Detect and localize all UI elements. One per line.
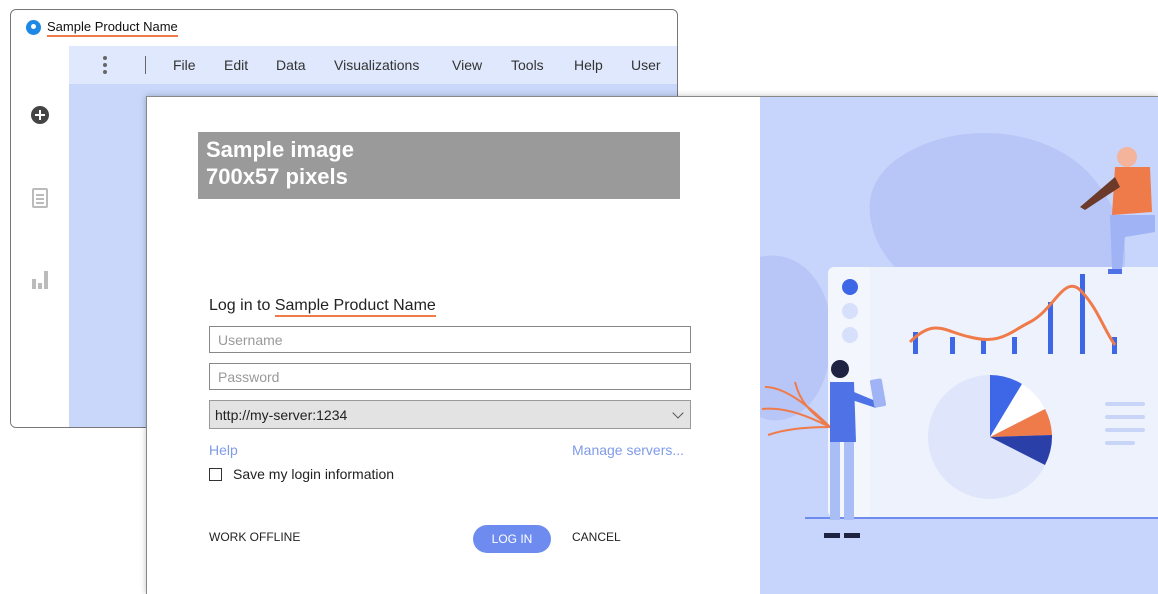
title-bar: Sample Product Name — [11, 10, 677, 46]
log-in-button[interactable]: LOG IN — [473, 525, 551, 553]
menu-tools[interactable]: Tools — [511, 57, 544, 73]
sidebar — [11, 46, 69, 427]
login-heading-product: Sample Product Name — [274, 297, 436, 317]
banner-line-1: Sample image — [206, 137, 354, 162]
menu-file[interactable]: File — [173, 57, 196, 73]
username-input[interactable] — [209, 326, 691, 353]
app-logo-icon — [26, 20, 41, 35]
menu-divider — [145, 56, 146, 74]
menu-bar: File Edit Data Visualizations View Tools… — [69, 46, 677, 84]
menu-edit[interactable]: Edit — [224, 57, 248, 73]
help-link[interactable]: Help — [209, 442, 238, 458]
menu-visualizations[interactable]: Visualizations — [334, 57, 419, 73]
login-heading: Log in to Sample Product Name — [209, 297, 436, 317]
menu-view[interactable]: View — [452, 57, 482, 73]
login-dialog: Sample image 700x57 pixels Log in to Sam… — [146, 96, 1158, 594]
cancel-button[interactable]: CANCEL — [572, 530, 621, 544]
menu-user[interactable]: User — [631, 57, 661, 73]
menu-help[interactable]: Help — [574, 57, 603, 73]
save-login-label[interactable]: Save my login information — [233, 466, 394, 482]
server-select-value: http://my-server:1234 — [215, 407, 348, 423]
bar-chart-icon[interactable] — [32, 271, 48, 289]
decorative-illustration — [760, 97, 1158, 594]
product-banner-image: Sample image 700x57 pixels — [198, 132, 680, 199]
illustration-graphic — [760, 133, 1158, 538]
chevron-down-icon — [672, 407, 684, 419]
save-login-checkbox[interactable] — [209, 468, 222, 481]
document-icon[interactable] — [32, 188, 48, 208]
menu-data[interactable]: Data — [276, 57, 306, 73]
app-title: Sample Product Name — [47, 19, 178, 37]
server-select[interactable]: http://my-server:1234 — [209, 400, 691, 429]
manage-servers-link[interactable]: Manage servers... — [572, 442, 684, 458]
add-icon[interactable] — [31, 106, 49, 124]
work-offline-button[interactable]: WORK OFFLINE — [209, 530, 300, 544]
more-options-icon[interactable] — [103, 53, 107, 77]
banner-line-2: 700x57 pixels — [206, 164, 348, 189]
login-heading-prefix: Log in to — [209, 297, 275, 314]
password-input[interactable] — [209, 363, 691, 390]
